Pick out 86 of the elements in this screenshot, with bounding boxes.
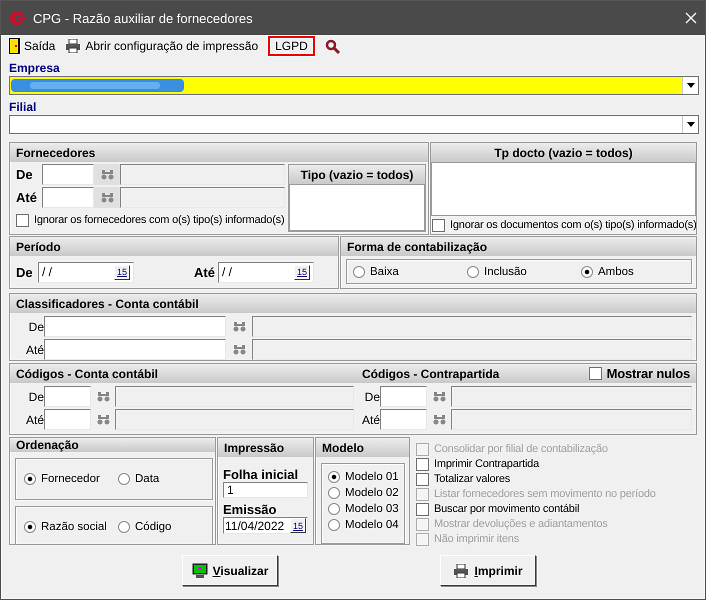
lookup-button[interactable] (94, 187, 120, 208)
window-title: CPG - Razão auxiliar de fornecedores (33, 10, 254, 26)
section-title: Forma de contabilização (347, 240, 488, 254)
binoculars-icon (100, 192, 114, 203)
calendar-button[interactable]: 15 (290, 518, 306, 533)
binoculars-icon (232, 344, 246, 355)
section-title: Fornecedores (16, 146, 96, 160)
binoculars-icon (432, 391, 446, 402)
door-icon (9, 38, 20, 54)
code-input[interactable] (44, 386, 91, 407)
radio-option[interactable]: Fornecedor (24, 473, 118, 485)
code-input[interactable] (42, 164, 94, 185)
section-title: Período (16, 240, 61, 254)
checkbox-option[interactable]: Mostrar nulos (588, 366, 690, 380)
monitor-icon (192, 562, 208, 578)
app-logo-icon (9, 10, 25, 26)
section-title: Modelo (322, 440, 364, 454)
section-title: Classificadores - Conta contábil (16, 296, 199, 310)
field-label: Até (16, 190, 38, 205)
section-title: Impressão (224, 440, 284, 454)
field-label: Até (194, 264, 216, 280)
section-title: Tipo (vazio = todos) (300, 168, 414, 182)
field-label: De (28, 390, 44, 404)
company-dropdown[interactable] (9, 76, 699, 95)
binoculars-icon (100, 169, 114, 180)
radio-option[interactable]: Modelo 01 (328, 471, 400, 483)
print-button[interactable]: Imprimir (440, 555, 536, 586)
code-input[interactable] (380, 409, 427, 430)
checkbox-option[interactable]: Buscar por movimento contábil (416, 502, 697, 516)
binoculars-icon (96, 391, 110, 402)
field-label: Até (360, 412, 380, 426)
field-label: Filial (9, 100, 36, 114)
field-label: Empresa (9, 61, 60, 75)
calendar-button[interactable]: 15 (294, 264, 310, 280)
checkbox-option[interactable]: Totalizar valores (416, 472, 697, 486)
type-list[interactable] (289, 184, 425, 231)
date-input[interactable]: / / 15 (218, 262, 314, 282)
document-type-list[interactable] (431, 162, 696, 216)
section-title: Ordenação (16, 438, 79, 452)
field-label: Até (24, 412, 44, 426)
radio-option[interactable]: Modelo 03 (328, 503, 400, 515)
section-title: Tp docto (vazio = todos) (494, 146, 633, 160)
calendar-button[interactable]: 15 (114, 264, 130, 280)
field-label: De (16, 167, 34, 182)
code-input[interactable] (44, 339, 226, 360)
printer-icon (65, 39, 82, 53)
field-label: De (364, 390, 380, 404)
checkbox-option[interactable]: Ignorar os fornecedores com o(s) tipo(s) informado(s) (16, 213, 285, 227)
radio-option[interactable]: Código (118, 521, 172, 533)
dropdown-arrow-icon[interactable] (686, 122, 694, 127)
radio-option[interactable]: Data (118, 473, 160, 485)
preview-button[interactable]: Visualizar (182, 555, 278, 586)
binoculars-icon (96, 414, 110, 425)
radio-option[interactable]: Modelo 02 (328, 487, 400, 499)
checkbox-option[interactable]: Ignorar os documentos com o(s) tipo(s) informado(s) (432, 218, 695, 232)
radio-option[interactable]: Inclusão (467, 266, 581, 278)
code-input[interactable] (380, 386, 427, 407)
date-input[interactable]: / / 15 (38, 262, 134, 282)
section-title: Códigos - Contrapartida (362, 366, 500, 380)
radio-option[interactable]: Razão social (24, 521, 118, 533)
radio-option[interactable]: Baixa (353, 266, 467, 278)
toolbar-button[interactable]: LGPD (268, 36, 315, 56)
field-label: De (28, 320, 44, 334)
search-button[interactable] (324, 38, 340, 54)
date-input[interactable]: 11/04/2022 15 (223, 517, 308, 534)
binoculars-icon (232, 321, 246, 332)
code-input[interactable] (44, 409, 91, 430)
field-label: Até (24, 342, 44, 356)
binoculars-icon (432, 414, 446, 425)
company-dropdown[interactable] (9, 115, 699, 134)
field-label: Folha inicial (223, 467, 300, 482)
toolbar-button[interactable]: Abrir configuração de impressão (65, 39, 258, 53)
code-input[interactable] (44, 316, 226, 337)
section-title: Códigos - Conta contábil (16, 366, 159, 380)
start-page-input[interactable]: 1 (223, 482, 308, 498)
field-label: Emissão (223, 502, 278, 517)
toolbar-button[interactable]: Saída (9, 38, 56, 54)
radio-option[interactable]: Ambos (581, 266, 634, 278)
close-icon[interactable] (685, 12, 697, 24)
checkbox-option[interactable]: Imprimir Contrapartida (416, 457, 697, 471)
field-label: De (16, 264, 34, 280)
dropdown-arrow-icon[interactable] (686, 83, 694, 88)
code-input[interactable] (42, 187, 94, 208)
lookup-button[interactable] (94, 164, 120, 185)
radio-option[interactable]: Modelo 04 (328, 519, 400, 531)
printer-icon (453, 564, 470, 578)
